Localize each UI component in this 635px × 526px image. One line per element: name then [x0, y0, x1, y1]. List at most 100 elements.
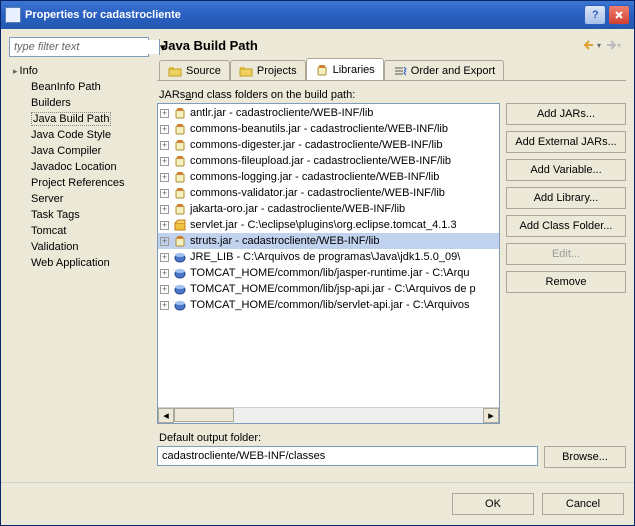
dialog-footer: OK Cancel — [1, 482, 634, 525]
scroll-thumb[interactable] — [174, 408, 234, 422]
jar-entry[interactable]: + commons-digester.jar - cadastrocliente/… — [158, 137, 499, 153]
window-title: Properties for cadastrocliente — [25, 9, 181, 21]
jar-text: TOMCAT_HOME/common/lib/servlet-api.jar -… — [190, 299, 470, 311]
tree-item[interactable]: Server — [9, 191, 149, 207]
jar-icon — [173, 123, 187, 135]
output-folder-input[interactable] — [157, 446, 538, 466]
tree-item[interactable]: Project References — [9, 175, 149, 191]
tree-item[interactable]: Java Build Path — [9, 111, 149, 127]
edit-button[interactable]: Edit... — [506, 243, 626, 265]
expand-icon[interactable]: + — [160, 157, 169, 166]
jar-text: servlet.jar - C:\eclipse\plugins\org.ecl… — [190, 219, 457, 231]
tree-item[interactable]: BeanInfo Path — [9, 79, 149, 95]
tree-root[interactable]: Info — [9, 63, 149, 79]
expand-icon[interactable]: + — [160, 269, 169, 278]
jar-entry[interactable]: + antlr.jar - cadastrocliente/WEB-INF/lib — [158, 105, 499, 121]
jar-text: antlr.jar - cadastrocliente/WEB-INF/lib — [190, 107, 373, 119]
help-button[interactable]: ? — [584, 5, 606, 25]
jar-list[interactable]: + antlr.jar - cadastrocliente/WEB-INF/lib… — [157, 103, 500, 424]
tab-order-and-export[interactable]: Order and Export — [384, 60, 504, 80]
add-class-folder-button[interactable]: Add Class Folder... — [506, 215, 626, 237]
filter-combo[interactable]: ▾ — [9, 37, 149, 57]
expand-icon[interactable]: + — [160, 173, 169, 182]
window-icon — [5, 7, 21, 23]
category-tree[interactable]: InfoBeanInfo PathBuildersJava Build Path… — [9, 63, 149, 271]
jar-text: JRE_LIB - C:\Arquivos de programas\Java\… — [190, 251, 460, 263]
close-button[interactable] — [608, 5, 630, 25]
h-scrollbar[interactable]: ◂ ▸ — [158, 407, 499, 423]
jar-text: TOMCAT_HOME/common/lib/jasper-runtime.ja… — [190, 267, 470, 279]
tree-item[interactable]: Java Code Style — [9, 127, 149, 143]
jar-text: commons-validator.jar - cadastrocliente/… — [190, 187, 445, 199]
tab-label: Libraries — [333, 64, 375, 76]
category-panel: ▾ InfoBeanInfo PathBuildersJava Build Pa… — [9, 37, 149, 468]
expand-icon[interactable]: + — [160, 301, 169, 310]
jar-entry[interactable]: + commons-fileupload.jar - cadastroclient… — [158, 153, 499, 169]
tab-source[interactable]: Source — [159, 60, 230, 80]
tree-item[interactable]: Task Tags — [9, 207, 149, 223]
forward-button[interactable]: ▾ — [602, 37, 622, 53]
scroll-right-icon[interactable]: ▸ — [483, 408, 499, 423]
jar-text: commons-fileupload.jar - cadastrocliente… — [190, 155, 451, 167]
jarblue-icon — [173, 267, 187, 279]
tab-projects[interactable]: Projects — [230, 60, 306, 80]
jar-list-label: JARs and class folders on the build path… — [159, 89, 626, 101]
tree-item[interactable]: Javadoc Location — [9, 159, 149, 175]
svg-text:?: ? — [592, 10, 599, 20]
jar-entry[interactable]: + servlet.jar - C:\eclipse\plugins\org.ec… — [158, 217, 499, 233]
tree-item[interactable]: Java Compiler — [9, 143, 149, 159]
jar-entry[interactable]: + struts.jar - cadastrocliente/WEB-INF/li… — [158, 233, 499, 249]
expand-icon[interactable]: + — [160, 125, 169, 134]
jar-entry[interactable]: + commons-validator.jar - cadastrocliente… — [158, 185, 499, 201]
jarblue-icon — [173, 251, 187, 263]
tree-item[interactable]: Validation — [9, 239, 149, 255]
expand-icon[interactable]: + — [160, 141, 169, 150]
browse-button[interactable]: Browse... — [544, 446, 626, 468]
cancel-button[interactable]: Cancel — [542, 493, 624, 515]
remove-button[interactable]: Remove — [506, 271, 626, 293]
tree-item[interactable]: Web Application — [9, 255, 149, 271]
jarblue-icon — [173, 299, 187, 311]
jar-icon — [173, 171, 187, 183]
jar-icon — [173, 139, 187, 151]
side-buttons: Add JARs... Add External JARs... Add Var… — [506, 103, 626, 424]
add-external-jars-button[interactable]: Add External JARs... — [506, 131, 626, 153]
expand-icon[interactable]: + — [160, 109, 169, 118]
jar-text: commons-digester.jar - cadastrocliente/W… — [190, 139, 442, 151]
tree-item[interactable]: Tomcat — [9, 223, 149, 239]
jar-entry[interactable]: + TOMCAT_HOME/common/lib/jasper-runtime.j… — [158, 265, 499, 281]
jar-text: commons-logging.jar - cadastrocliente/WE… — [190, 171, 439, 183]
jar-entry[interactable]: +TOMCAT_HOME/common/lib/jsp-api.jar - C:… — [158, 281, 499, 297]
ok-button[interactable]: OK — [452, 493, 534, 515]
tab-bar: Source Projects Libraries Order and Export — [157, 59, 626, 81]
output-folder-label: Default output folder: — [159, 432, 626, 444]
tree-item[interactable]: Builders — [9, 95, 149, 111]
add-jars-button[interactable]: Add JARs... — [506, 103, 626, 125]
expand-icon[interactable]: + — [160, 189, 169, 198]
expand-icon[interactable]: + — [160, 221, 169, 230]
jar-entry[interactable]: +jakarta-oro.jar - cadastrocliente/WEB-I… — [158, 201, 499, 217]
folder-icon — [239, 65, 253, 77]
expand-icon[interactable]: + — [160, 237, 169, 246]
expand-icon[interactable]: + — [160, 285, 169, 294]
tab-label: Projects — [257, 65, 297, 77]
add-library-button[interactable]: Add Library... — [506, 187, 626, 209]
jar-entry[interactable]: +commons-beanutils.jar - cadastrocliente… — [158, 121, 499, 137]
order-icon — [393, 65, 407, 77]
add-variable-button[interactable]: Add Variable... — [506, 159, 626, 181]
jar-entry[interactable]: + TOMCAT_HOME/common/lib/servlet-api.jar … — [158, 297, 499, 313]
tab-libraries[interactable]: Libraries — [306, 58, 384, 80]
jar-icon — [173, 107, 187, 119]
jar-icon — [173, 203, 187, 215]
expand-icon[interactable]: + — [160, 253, 169, 262]
jar-entry[interactable]: + JRE_LIB - C:\Arquivos de programas\Java… — [158, 249, 499, 265]
jar-text: struts.jar - cadastrocliente/WEB-INF/lib — [190, 235, 380, 247]
back-button[interactable]: ▾ — [582, 37, 602, 53]
expand-icon[interactable]: + — [160, 205, 169, 214]
filter-input[interactable] — [12, 40, 159, 54]
titlebar[interactable]: Properties for cadastrocliente ? — [1, 1, 634, 29]
folder-icon — [168, 65, 182, 77]
jar-entry[interactable]: + commons-logging.jar - cadastrocliente/W… — [158, 169, 499, 185]
scroll-left-icon[interactable]: ◂ — [158, 408, 174, 423]
page-panel: Java Build Path ▾ ▾ SourceProjectsLibrar… — [157, 37, 626, 468]
